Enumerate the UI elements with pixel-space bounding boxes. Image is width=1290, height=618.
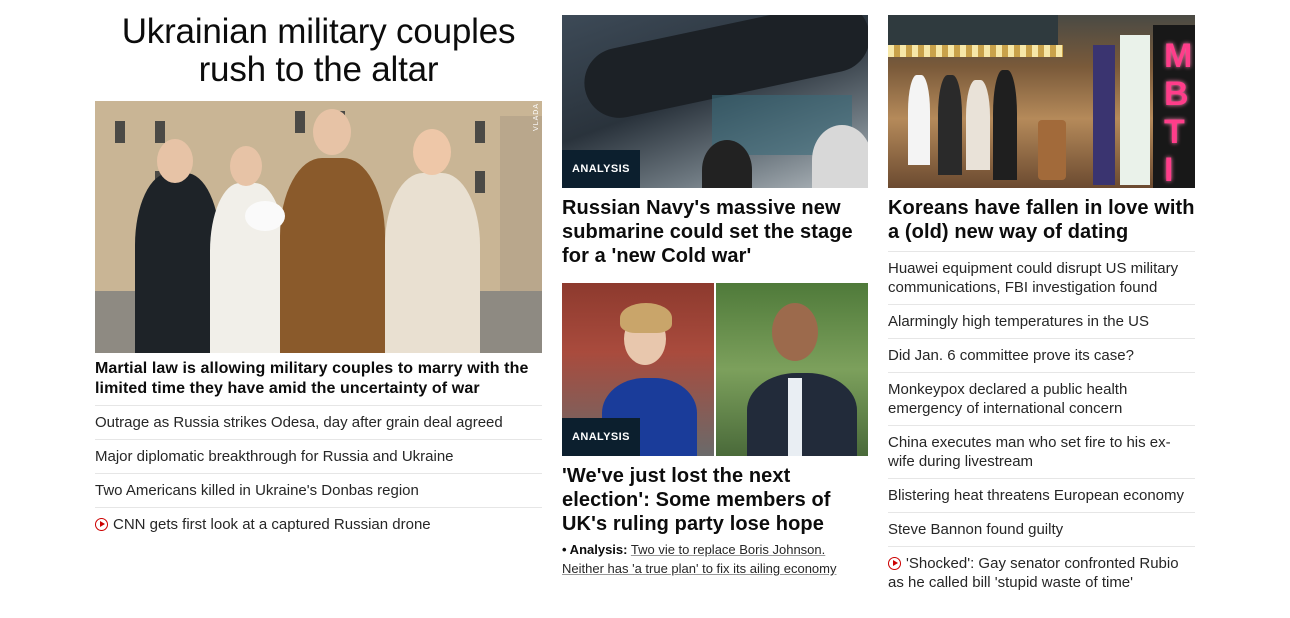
submarine-image[interactable]: ANALYSIS <box>562 15 868 188</box>
list-item[interactable]: Did Jan. 6 committee prove its case? <box>888 339 1195 373</box>
korea-dating-headline[interactable]: Koreans have fallen in love with a (old)… <box>888 196 1195 252</box>
list-item[interactable]: China executes man who set fire to his e… <box>888 426 1195 479</box>
uk-politics-image[interactable]: ANALYSIS <box>562 283 868 456</box>
list-item-text: CNN gets first look at a captured Russia… <box>113 516 431 533</box>
list-item[interactable]: CNN gets first look at a captured Russia… <box>95 508 542 541</box>
list-item[interactable]: Major diplomatic breakthrough for Russia… <box>95 440 542 474</box>
list-item-text: Major diplomatic breakthrough for Russia… <box>95 448 454 465</box>
right-list: Huawei equipment could disrupt US milita… <box>888 252 1195 599</box>
list-item-text: Outrage as Russia strikes Odesa, day aft… <box>95 414 503 431</box>
lead-image[interactable]: VLADA <box>95 101 542 353</box>
right-column: MBTI Koreans have fallen in love with a … <box>888 0 1195 599</box>
analysis-badge: ANALYSIS <box>562 418 640 456</box>
list-item[interactable]: Steve Bannon found guilty <box>888 513 1195 547</box>
list-item[interactable]: 'Shocked': Gay senator confronted Rubio … <box>888 547 1195 599</box>
list-item-text: China executes man who set fire to his e… <box>888 434 1171 470</box>
video-play-icon <box>95 518 108 531</box>
list-item[interactable]: Alarmingly high temperatures in the US <box>888 305 1195 339</box>
analysis-badge: ANALYSIS <box>562 150 640 188</box>
mbti-sign: MBTI <box>1164 37 1193 188</box>
list-item[interactable]: Huawei equipment could disrupt US milita… <box>888 252 1195 305</box>
list-item[interactable]: Outrage as Russia strikes Odesa, day aft… <box>95 406 542 440</box>
list-item-text: Steve Bannon found guilty <box>888 521 1064 538</box>
list-item[interactable]: Blistering heat threatens European econo… <box>888 479 1195 513</box>
list-item-text: Huawei equipment could disrupt US milita… <box>888 260 1179 296</box>
analysis-subline[interactable]: • Analysis: Two vie to replace Boris Joh… <box>562 540 868 578</box>
list-item-text: Alarmingly high temperatures in the US <box>888 313 1149 330</box>
submarine-headline[interactable]: Russian Navy's massive new submarine cou… <box>562 196 868 268</box>
korea-dating-image[interactable]: MBTI <box>888 15 1195 188</box>
middle-column: ANALYSIS Russian Navy's massive new subm… <box>562 0 868 578</box>
list-item-text: Two Americans killed in Ukraine's Donbas… <box>95 482 419 499</box>
list-item-text: Monkeypox declared a public health emerg… <box>888 381 1128 417</box>
list-item[interactable]: Monkeypox declared a public health emerg… <box>888 373 1195 426</box>
list-item-text: Blistering heat threatens European econo… <box>888 487 1185 504</box>
lead-title[interactable]: Ukrainian military couples rush to the a… <box>95 13 542 89</box>
lead-headline[interactable]: Martial law is allowing military couples… <box>95 359 542 406</box>
uk-politics-headline[interactable]: 'We've just lost the next election': Som… <box>562 464 868 536</box>
list-item-text: Did Jan. 6 committee prove its case? <box>888 347 1134 364</box>
lead-column: Ukrainian military couples rush to the a… <box>95 0 542 541</box>
list-item-text: 'Shocked': Gay senator confronted Rubio … <box>888 555 1179 591</box>
analysis-label: • Analysis: <box>562 542 628 557</box>
list-item[interactable]: Two Americans killed in Ukraine's Donbas… <box>95 474 542 508</box>
lead-list: Outrage as Russia strikes Odesa, day aft… <box>95 406 542 541</box>
video-play-icon <box>888 557 901 570</box>
photo-credit: VLADA <box>533 103 540 131</box>
